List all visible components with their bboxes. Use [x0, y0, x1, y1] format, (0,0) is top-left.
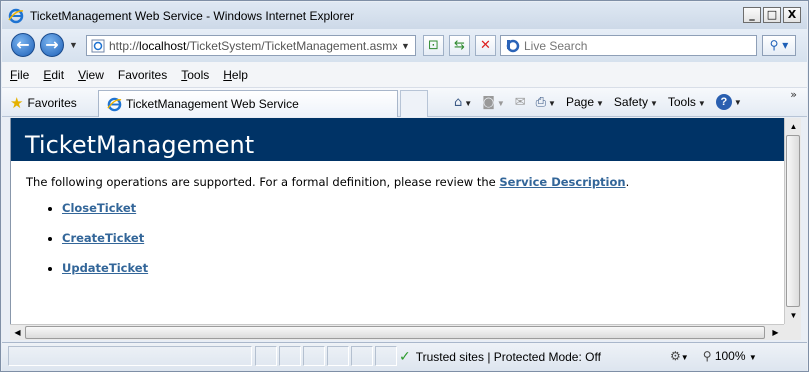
scroll-right-icon[interactable]: ▶: [768, 325, 783, 340]
page-menu[interactable]: Page ▼: [566, 95, 604, 109]
zoom-button[interactable]: ⚲ 100% ▼: [703, 349, 757, 363]
menu-view[interactable]: View: [78, 68, 104, 82]
mail-icon: ✉: [514, 94, 526, 110]
status-pane: [351, 346, 373, 366]
protected-mode-button[interactable]: ⚙▼: [670, 349, 689, 363]
scroll-left-icon[interactable]: ◀: [10, 325, 25, 340]
status-text-pane: [8, 346, 252, 366]
address-dropdown-icon[interactable]: ▼: [401, 41, 410, 51]
vertical-scroll-thumb[interactable]: [786, 135, 800, 307]
ie-logo-icon: [8, 8, 24, 23]
list-item: CloseTicket: [62, 201, 148, 231]
scrollbar-corner: [784, 324, 801, 340]
status-pane: [303, 346, 325, 366]
zone-text: Trusted sites | Protected Mode: Off: [415, 350, 601, 364]
page-content: TicketManagement The following operation…: [10, 118, 784, 324]
forward-button[interactable]: →: [40, 33, 64, 57]
menu-favorites[interactable]: Favorites: [118, 68, 167, 82]
tab-ticketmanagement[interactable]: TicketManagement Web Service: [98, 90, 398, 117]
print-button[interactable]: ⎙ ▼: [536, 95, 556, 110]
tab-title: TicketManagement Web Service: [126, 97, 299, 111]
favorites-button[interactable]: ★ Favorites: [10, 94, 77, 112]
operation-link-closeticket[interactable]: CloseTicket: [62, 201, 136, 215]
horizontal-scroll-thumb[interactable]: [25, 326, 765, 339]
window-title: TicketManagement Web Service - Windows I…: [30, 8, 355, 23]
status-pane: [327, 346, 349, 366]
print-icon: ⎙: [535, 94, 547, 110]
address-toolbar: ← → ▼ http://localhost/TicketSystem/Tick…: [2, 29, 807, 62]
command-bar: ⌂ ▼ ◙ ▼ ✉ ⎙ ▼ Page ▼ Safety ▼ Tools ▼ ? ▼: [454, 94, 742, 110]
security-zone[interactable]: ✓ Trusted sites | Protected Mode: Off: [399, 349, 601, 365]
recent-pages-dropdown-icon[interactable]: ▼: [69, 40, 78, 50]
menu-help[interactable]: Help: [223, 68, 248, 82]
list-item: UpdateTicket: [62, 261, 148, 291]
title-bar: TicketManagement Web Service - Windows I…: [2, 2, 807, 29]
new-tab-button[interactable]: [400, 90, 428, 117]
menu-tools[interactable]: Tools: [181, 68, 209, 82]
stop-icon[interactable]: ✕: [475, 35, 496, 56]
status-right: ⚙▼ ⚲ 100% ▼: [670, 349, 757, 363]
window-controls: _ □ X: [743, 7, 801, 23]
search-input[interactable]: [524, 38, 744, 53]
menu-edit[interactable]: Edit: [43, 68, 64, 82]
status-pane: [375, 346, 397, 366]
search-button[interactable]: ⚲ ▾: [762, 35, 796, 56]
page-heading: TicketManagement: [11, 118, 784, 161]
scroll-up-icon[interactable]: ▲: [786, 119, 801, 134]
mail-button[interactable]: ✉: [515, 95, 526, 110]
search-field[interactable]: [500, 35, 757, 56]
horizontal-scrollbar[interactable]: ◀ ▶: [10, 324, 784, 340]
scroll-down-icon[interactable]: ▼: [786, 308, 801, 323]
tools-menu[interactable]: Tools ▼: [668, 95, 706, 109]
address-field[interactable]: http://localhost/TicketSystem/TicketMana…: [86, 35, 416, 56]
close-button[interactable]: X: [783, 7, 801, 23]
favorites-bar: ★ Favorites TicketManagement Web Service…: [2, 88, 807, 117]
zoom-icon: ⚲: [702, 349, 712, 363]
toolbar-overflow-chevron-icon[interactable]: »: [790, 88, 797, 101]
browser-window: TicketManagement Web Service - Windows I…: [0, 0, 809, 372]
refresh-icon[interactable]: ⇆: [449, 35, 470, 56]
help-icon: ?: [715, 94, 732, 110]
help-menu[interactable]: ? ▼: [715, 94, 742, 110]
address-url[interactable]: http://localhost/TicketSystem/TicketMana…: [109, 39, 397, 53]
feeds-button[interactable]: ◙ ▼: [482, 95, 505, 110]
vertical-scrollbar[interactable]: ▲ ▼: [784, 118, 801, 324]
home-icon: ⌂: [454, 94, 463, 110]
trusted-check-icon: ✓: [399, 349, 411, 365]
operation-link-createticket[interactable]: CreateTicket: [62, 231, 144, 245]
maximize-button[interactable]: □: [763, 7, 781, 23]
rss-icon: ◙: [482, 94, 495, 110]
intro-text: The following operations are supported. …: [26, 175, 630, 189]
service-description-link[interactable]: Service Description: [499, 175, 625, 189]
home-button[interactable]: ⌂ ▼: [454, 95, 472, 110]
status-bar: ✓ Trusted sites | Protected Mode: Off ⚙▼…: [2, 342, 807, 371]
compatibility-view-icon[interactable]: ⊡: [423, 35, 444, 56]
list-item: CreateTicket: [62, 231, 148, 261]
favorites-label: Favorites: [27, 96, 77, 110]
menu-bar: File Edit View Favorites Tools Help: [2, 62, 807, 88]
live-search-icon: [506, 39, 520, 52]
gear-icon: ⚙: [670, 349, 681, 363]
operation-link-updateticket[interactable]: UpdateTicket: [62, 261, 148, 275]
safety-menu[interactable]: Safety ▼: [614, 95, 658, 109]
menu-file[interactable]: File: [10, 68, 29, 82]
operations-list: CloseTicket CreateTicket UpdateTicket: [46, 201, 148, 291]
tab-ie-icon: [107, 97, 122, 111]
page-icon: [91, 39, 105, 52]
status-pane: [255, 346, 277, 366]
back-button[interactable]: ←: [11, 33, 35, 57]
status-pane: [279, 346, 301, 366]
minimize-button[interactable]: _: [743, 7, 761, 23]
favorites-star-icon: ★: [10, 94, 24, 112]
